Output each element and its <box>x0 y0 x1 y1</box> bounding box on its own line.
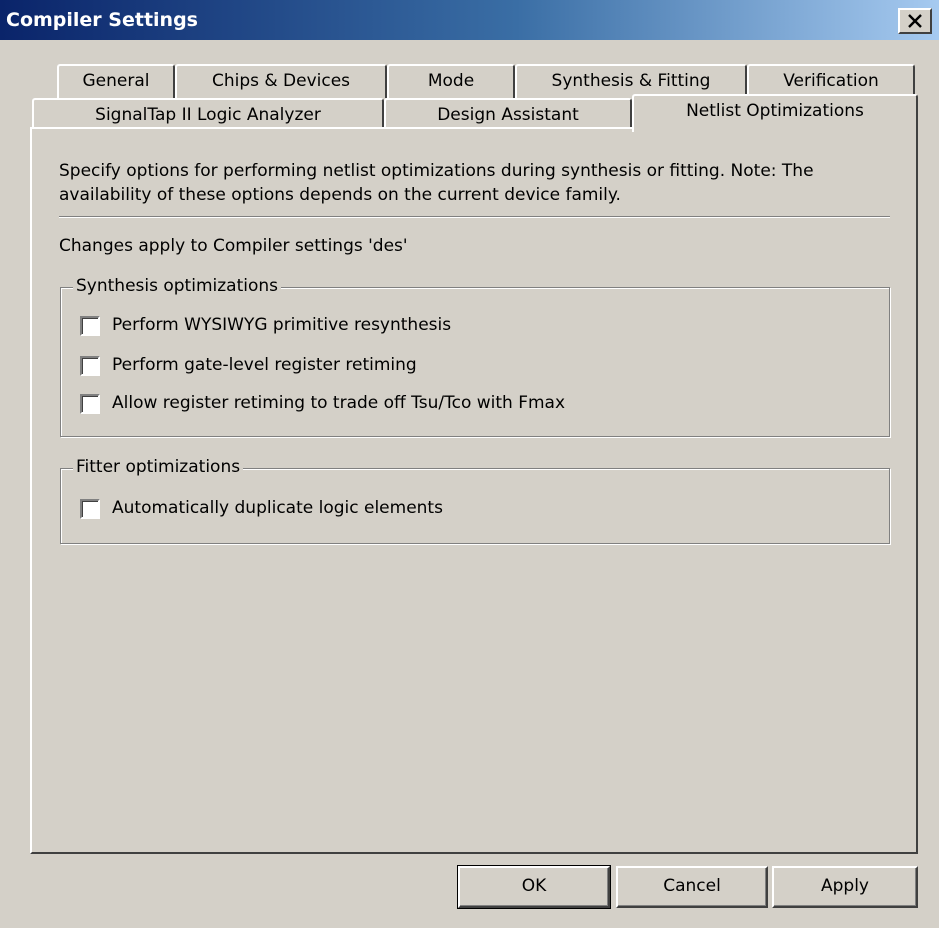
description-line-2: availability of these options depends on… <box>59 185 621 205</box>
tab-mode[interactable]: Mode <box>387 64 515 98</box>
duplicate-logic-label[interactable]: Automatically duplicate logic elements <box>112 498 443 518</box>
register-retiming-checkbox[interactable] <box>80 356 100 376</box>
description-line-1: Specify options for performing netlist o… <box>59 161 814 181</box>
synthesis-optimizations-label: Synthesis optimizations <box>73 276 281 296</box>
tab-general[interactable]: General <box>57 64 175 98</box>
retiming-tradeoff-checkbox[interactable] <box>80 394 100 414</box>
separator <box>59 216 890 218</box>
tab-chips-devices[interactable]: Chips & Devices <box>175 64 387 98</box>
tab-netlist-optimizations[interactable]: Netlist Optimizations <box>632 94 918 132</box>
wysiwyg-resynthesis-checkbox[interactable] <box>80 316 100 336</box>
ok-button[interactable]: OK <box>457 865 611 909</box>
close-button[interactable] <box>898 8 932 34</box>
close-icon <box>908 14 922 28</box>
tab-synthesis-fitting[interactable]: Synthesis & Fitting <box>515 64 747 98</box>
duplicate-logic-checkbox[interactable] <box>80 499 100 519</box>
register-retiming-label[interactable]: Perform gate-level register retiming <box>112 355 417 375</box>
apply-button[interactable]: Apply <box>772 866 918 908</box>
title-bar: Compiler Settings <box>0 0 939 40</box>
cancel-button[interactable]: Cancel <box>616 866 768 908</box>
wysiwyg-resynthesis-label[interactable]: Perform WYSIWYG primitive resynthesis <box>112 315 451 335</box>
changes-note: Changes apply to Compiler settings 'des' <box>59 236 408 256</box>
fitter-optimizations-label: Fitter optimizations <box>73 457 244 477</box>
tab-verification[interactable]: Verification <box>747 64 915 98</box>
window-title: Compiler Settings <box>6 9 198 31</box>
retiming-tradeoff-label[interactable]: Allow register retiming to trade off Tsu… <box>112 393 565 413</box>
